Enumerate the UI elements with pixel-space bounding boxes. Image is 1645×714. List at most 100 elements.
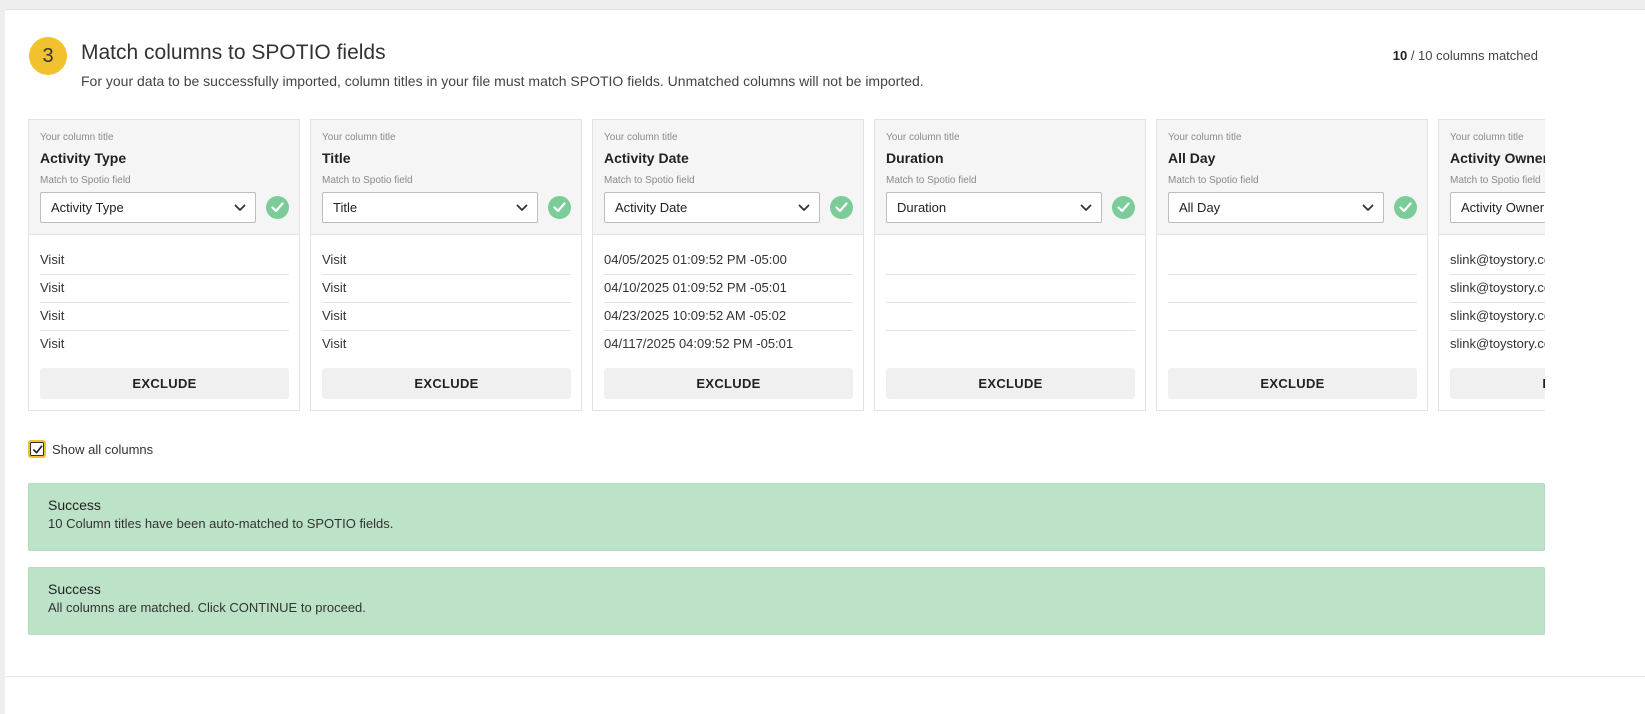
match-field-label: Match to Spotio field	[1168, 175, 1259, 186]
column-title: All Day	[1168, 150, 1216, 166]
column-card-header: Your column title Activity Date Match to S…	[593, 120, 863, 235]
sample-value	[886, 275, 1135, 303]
column-card: Your column title Activity Owner Match to …	[1438, 119, 1545, 411]
sample-value: Visit	[322, 303, 571, 331]
spotio-field-select[interactable]: Duration	[886, 192, 1102, 223]
column-card-header: Your column title Title Match to Spotio fi…	[311, 120, 581, 235]
matched-check-icon	[1112, 196, 1135, 219]
your-column-title-label: Your column title	[1450, 132, 1524, 143]
matched-check-icon	[266, 196, 289, 219]
spotio-field-select[interactable]: Activity Date	[604, 192, 820, 223]
sample-value	[886, 247, 1135, 275]
spotio-field-select[interactable]: Title	[322, 192, 538, 223]
alert-title: Success	[48, 581, 101, 597]
exclude-button[interactable]: EXCLUDE	[604, 368, 853, 399]
alert-body: 10 Column titles have been auto-matched …	[48, 516, 394, 531]
sample-values: Visit Visit Visit Visit	[40, 247, 289, 359]
your-column-title-label: Your column title	[40, 132, 114, 143]
chevron-down-icon	[1080, 204, 1092, 211]
selected-field: Title	[333, 200, 358, 215]
matched-count: 10 / 10 columns matched	[1393, 48, 1538, 63]
column-title: Activity Type	[40, 150, 127, 166]
success-alert-all-matched: Success All columns are matched. Click C…	[28, 567, 1545, 635]
sample-value: Visit	[322, 275, 571, 303]
sample-values	[886, 247, 1135, 359]
spotio-field-select[interactable]: Activity Owner	[1450, 192, 1545, 223]
column-card: Your column title Activity Type Match to S…	[28, 119, 300, 411]
show-all-checkbox[interactable]	[28, 440, 46, 458]
spotio-field-select[interactable]: Activity Type	[40, 192, 256, 223]
sample-value	[886, 303, 1135, 331]
sample-value: Visit	[322, 336, 347, 351]
sample-value	[886, 331, 1135, 359]
column-card: Your column title Duration Match to Spotio…	[874, 119, 1146, 411]
your-column-title-label: Your column title	[322, 132, 396, 143]
exclude-button[interactable]: EXCLUDE	[1450, 368, 1545, 399]
page-title: Match columns to SPOTIO fields	[81, 41, 386, 64]
step-badge: 3	[29, 37, 67, 75]
sample-value	[1168, 275, 1417, 303]
exclude-button[interactable]: EXCLUDE	[886, 368, 1135, 399]
alert-body: All columns are matched. Click CONTINUE …	[48, 600, 366, 615]
match-field-label: Match to Spotio field	[1450, 175, 1541, 186]
selected-field: Duration	[897, 200, 947, 215]
matched-check-icon	[830, 196, 853, 219]
column-title: Duration	[886, 150, 944, 166]
your-column-title-label: Your column title	[886, 132, 960, 143]
exclude-button[interactable]: EXCLUDE	[322, 368, 571, 399]
sample-value	[1168, 303, 1417, 331]
chevron-down-icon	[234, 204, 246, 211]
sample-value: slink@toystory.com	[1450, 336, 1545, 351]
show-all-columns-toggle[interactable]: Show all columns	[28, 440, 153, 458]
matched-number: 10	[1392, 48, 1408, 63]
exclude-button[interactable]: EXCLUDE	[40, 368, 289, 399]
column-title: Activity Owner	[1450, 150, 1545, 166]
sample-value: Visit	[40, 336, 65, 351]
selected-field: Activity Type	[51, 200, 124, 215]
matched-suffix: / 10 columns matched	[1410, 48, 1538, 63]
spotio-field-select[interactable]: All Day	[1168, 192, 1384, 223]
alert-title: Success	[48, 497, 101, 513]
chevron-down-icon	[798, 204, 810, 211]
exclude-button[interactable]: EXCLUDE	[1168, 368, 1417, 399]
match-field-label: Match to Spotio field	[322, 175, 413, 186]
checkmark-icon	[33, 445, 43, 454]
column-title: Title	[322, 150, 351, 166]
sample-value: slink@toystory.com	[1450, 275, 1545, 303]
sample-values: Visit Visit Visit Visit	[322, 247, 571, 359]
sample-value: Visit	[40, 247, 289, 275]
sample-values	[1168, 247, 1417, 359]
selected-field: Activity Owner	[1461, 200, 1545, 215]
sample-value: 04/05/2025 01:09:52 PM -05:00	[604, 247, 853, 275]
selected-field: Activity Date	[615, 200, 688, 215]
chevron-down-icon	[516, 204, 528, 211]
column-card-header: Your column title Duration Match to Spotio…	[875, 120, 1145, 235]
column-title: Activity Date	[604, 150, 689, 166]
sample-value	[1168, 331, 1417, 359]
page-subtitle: For your data to be successfully importe…	[81, 73, 924, 89]
match-field-label: Match to Spotio field	[604, 175, 695, 186]
column-card: Your column title Title Match to Spotio fi…	[310, 119, 582, 411]
column-card-header: Your column title All Day Match to Spotio …	[1157, 120, 1427, 235]
match-field-label: Match to Spotio field	[40, 175, 131, 186]
sample-value: Visit	[40, 275, 289, 303]
sample-value: 04/23/2025 10:09:52 AM -05:02	[604, 303, 853, 331]
your-column-title-label: Your column title	[604, 132, 678, 143]
sample-values: slink@toystory.comslink@toystory.comslin…	[1450, 247, 1545, 359]
column-card-header: Your column title Activity Type Match to S…	[29, 120, 299, 235]
sample-value: 04/117/2025 04:09:52 PM -05:01	[604, 336, 794, 351]
match-field-label: Match to Spotio field	[886, 175, 977, 186]
your-column-title-label: Your column title	[1168, 132, 1242, 143]
sample-value	[1168, 247, 1417, 275]
import-panel: 3 Match columns to SPOTIO fields For you…	[5, 9, 1645, 714]
success-alert-auto-matched: Success 10 Column titles have been auto-…	[28, 483, 1545, 551]
sample-value: slink@toystory.com	[1450, 247, 1545, 275]
show-all-label: Show all columns	[52, 441, 154, 457]
sample-value: 04/10/2025 01:09:52 PM -05:01	[604, 275, 853, 303]
column-card-header: Your column title Activity Owner Match to …	[1439, 120, 1545, 235]
column-card: Your column title All Day Match to Spotio …	[1156, 119, 1428, 411]
column-cards: Your column title Activity Type Match to S…	[28, 119, 1545, 412]
sample-values: 04/05/2025 01:09:52 PM -05:00 04/10/2025 …	[604, 247, 853, 359]
sample-value: Visit	[322, 247, 571, 275]
matched-check-icon	[1394, 196, 1417, 219]
